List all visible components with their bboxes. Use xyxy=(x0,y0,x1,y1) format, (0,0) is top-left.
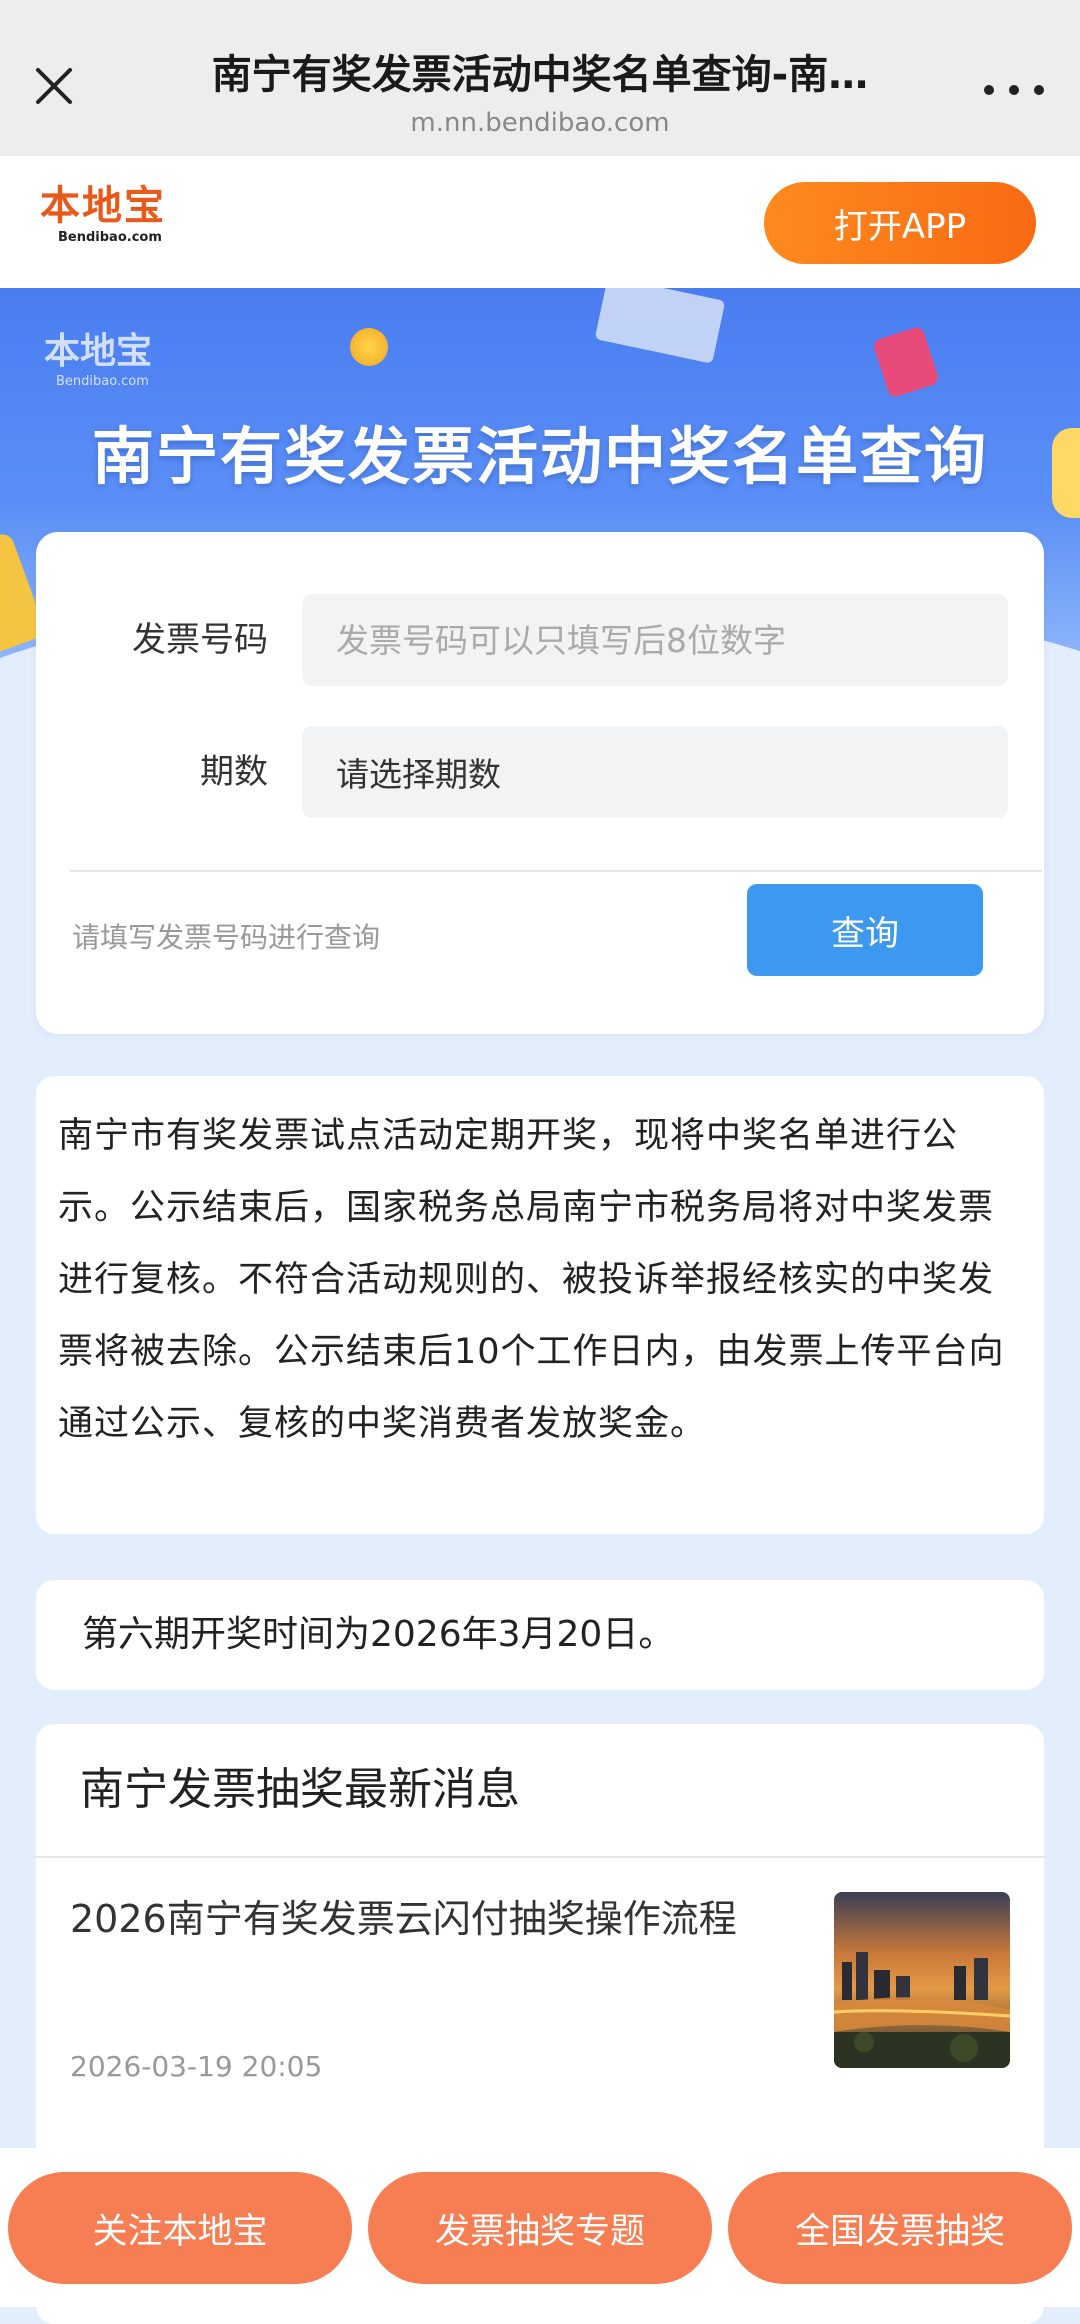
invoice-number-row: 发票号码 xyxy=(36,594,1044,686)
browser-page-title: 南宁有奖发票活动中奖名单查询-南… xyxy=(211,52,869,98)
query-button[interactable]: 查询 xyxy=(747,884,983,976)
news-item-date: 2026-03-19 20:05 xyxy=(70,2050,323,2083)
close-icon xyxy=(36,68,72,104)
dot-icon xyxy=(984,85,994,95)
banner-logo: 本地宝 Bendibao.com xyxy=(44,322,152,389)
follow-bendibao-button[interactable]: 关注本地宝 xyxy=(8,2172,352,2284)
period-row: 期数 请选择期数 xyxy=(36,726,1044,818)
period-select[interactable]: 请选择期数 xyxy=(302,726,1008,818)
national-invoice-lottery-button[interactable]: 全国发票抽奖 xyxy=(728,2172,1072,2284)
news-heading: 南宁发票抽奖最新消息 xyxy=(80,1764,520,1815)
bendibao-logo[interactable]: 本地宝 Bendibao.com xyxy=(40,184,200,254)
browser-top-bar: 南宁有奖发票活动中奖名单查询-南… m.nn.bendibao.com xyxy=(0,0,1080,156)
invoice-number-input[interactable] xyxy=(302,594,1008,686)
coin-icon xyxy=(350,328,388,366)
dot-icon xyxy=(1034,85,1044,95)
dot-icon xyxy=(1009,85,1019,95)
banner-title: 南宁有奖发票活动中奖名单查询 xyxy=(91,420,988,493)
site-header: 本地宝 Bendibao.com 打开APP xyxy=(0,156,1080,288)
banner-logo-subtext: Bendibao.com xyxy=(56,374,149,389)
invoice-number-label: 发票号码 xyxy=(132,620,268,660)
red-packet-icon xyxy=(872,325,940,399)
logo-subtext: Bendibao.com xyxy=(58,230,162,245)
divider xyxy=(70,870,1042,872)
news-item-title: 2026南宁有奖发票云闪付抽奖操作流程 xyxy=(70,1897,737,1941)
city-night-image xyxy=(834,1892,1010,2068)
city-night-thumbnail xyxy=(834,1892,1010,2068)
open-app-button[interactable]: 打开APP xyxy=(764,182,1036,264)
query-hint: 请填写发票号码进行查询 xyxy=(72,921,381,954)
notice-card: 南宁市有奖发票试点活动定期开奖，现将中奖名单进行公示。公示结束后，国家税务总局南… xyxy=(36,1076,1044,1534)
period-label: 期数 xyxy=(200,752,268,792)
bottom-action-bar: 关注本地宝 发票抽奖专题 全国发票抽奖 xyxy=(0,2148,1080,2307)
more-options-button[interactable] xyxy=(984,70,1044,110)
news-item[interactable]: 2026南宁有奖发票云闪付抽奖操作流程 2026-03-19 20:05 xyxy=(36,1858,1044,2158)
logo-text: 本地宝 xyxy=(40,182,166,229)
invoice-lottery-topic-button[interactable]: 发票抽奖专题 xyxy=(368,2172,712,2284)
browser-url: m.nn.bendibao.com xyxy=(410,108,670,138)
query-form-card: 发票号码 期数 请选择期数 请填写发票号码进行查询 查询 xyxy=(36,532,1044,1034)
banner-logo-text: 本地宝 xyxy=(44,330,153,372)
paper-decoration xyxy=(594,288,726,364)
close-button[interactable] xyxy=(24,56,84,116)
draw-date-card: 第六期开奖时间为2026年3月20日。 xyxy=(36,1580,1044,1690)
